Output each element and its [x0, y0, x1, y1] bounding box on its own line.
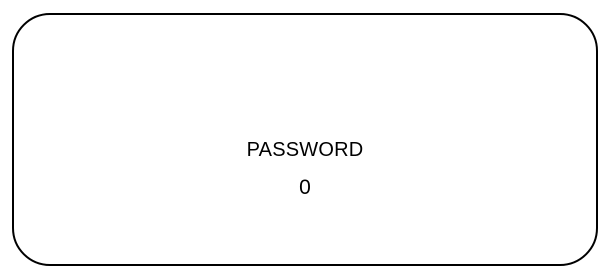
display-content: PASSWORD 0 — [14, 136, 596, 202]
password-display-panel: PASSWORD 0 — [12, 13, 598, 266]
password-label: PASSWORD — [246, 139, 364, 161]
password-value: 0 — [299, 176, 311, 199]
